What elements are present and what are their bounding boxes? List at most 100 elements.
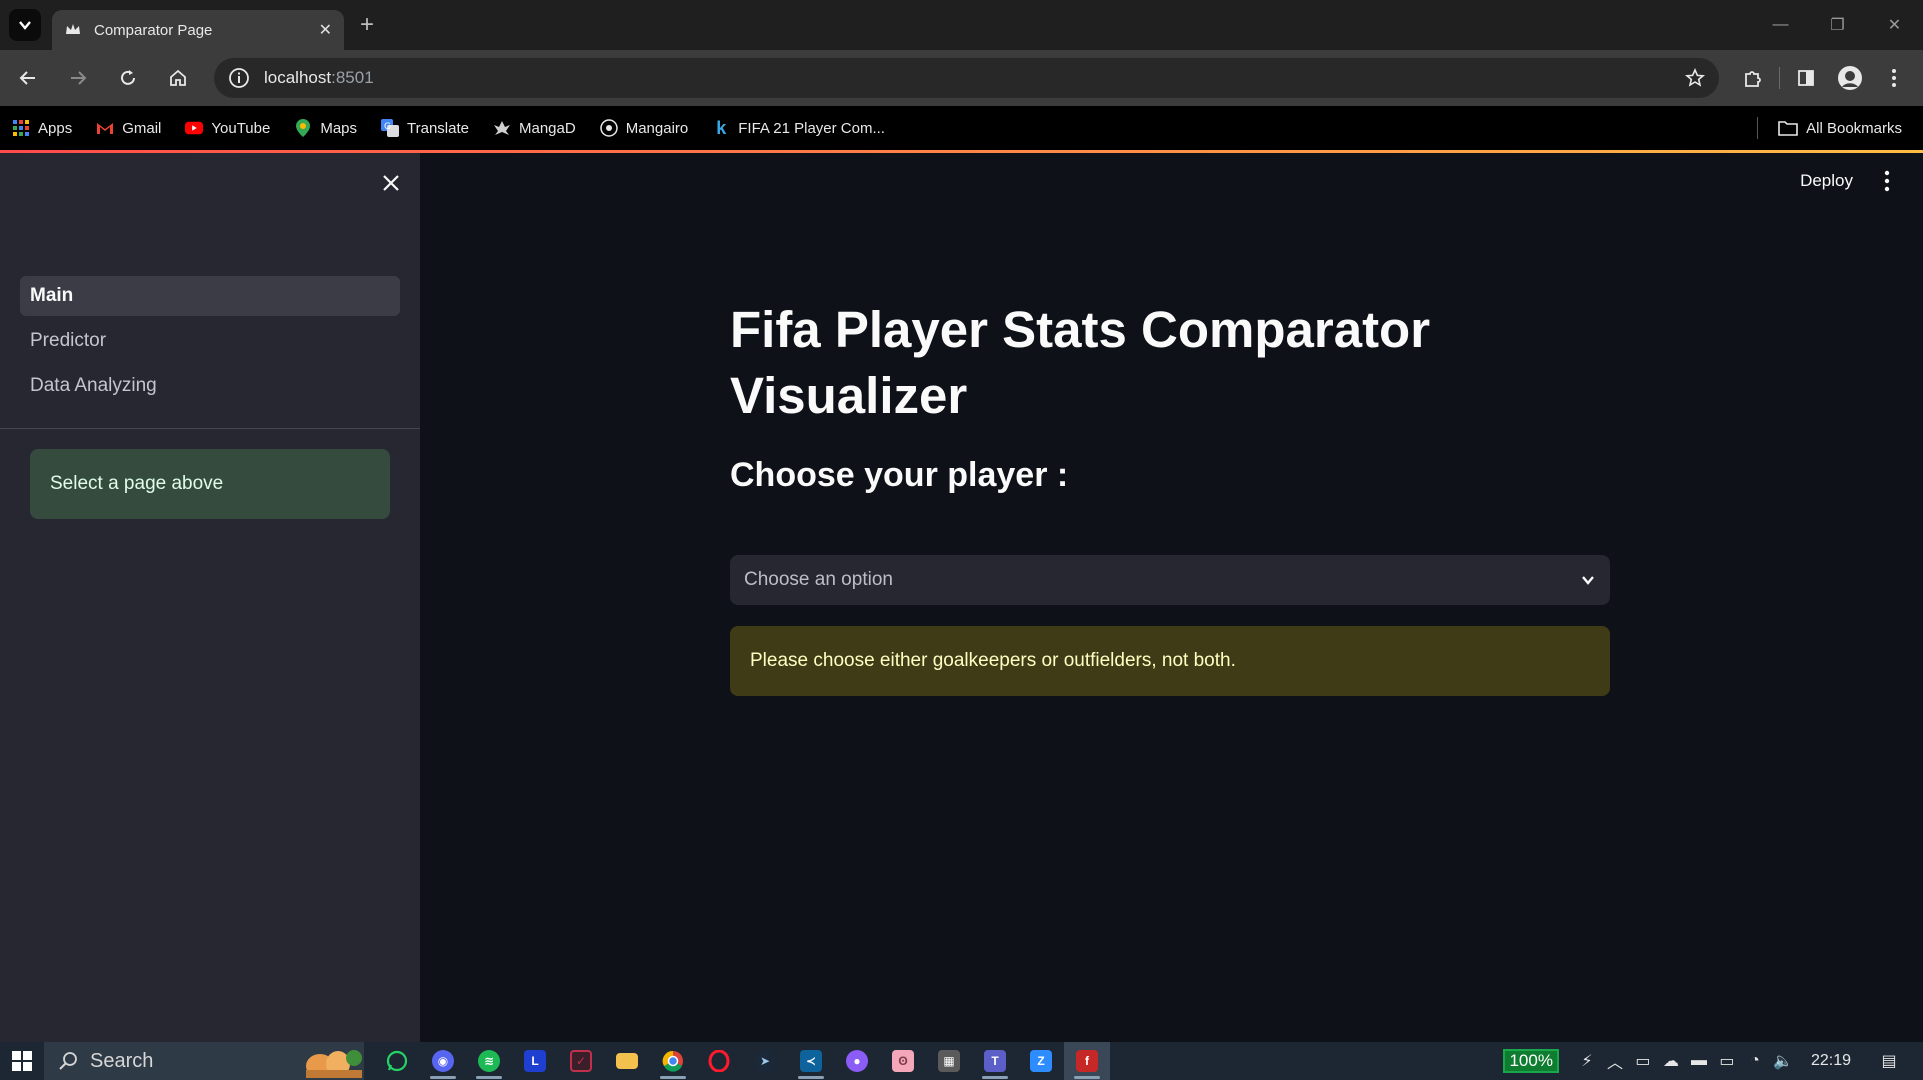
bookmark-mangairo[interactable]: Mangairo	[599, 119, 688, 137]
mangairo-icon	[599, 119, 618, 137]
browser-toolbar: localhost:8501	[0, 50, 1923, 106]
fifa-icon: f	[1076, 1050, 1098, 1072]
running-indicator	[1074, 1076, 1100, 1079]
taskbar-app-check[interactable]: ✓	[558, 1042, 604, 1080]
taskbar-app-minecraft[interactable]: ▦	[926, 1042, 972, 1080]
close-window-button[interactable]: ✕	[1866, 0, 1923, 50]
close-sidebar-icon[interactable]	[378, 170, 404, 196]
tray-overflow-icon[interactable]: ︿	[1601, 1049, 1629, 1073]
bookmark-maps[interactable]: Maps	[294, 119, 357, 137]
bookmark-label: YouTube	[211, 119, 271, 137]
bookmark-gmail[interactable]: Gmail	[96, 119, 161, 137]
network-icon[interactable]: ▭	[1713, 1051, 1741, 1071]
bookmark-label: Maps	[320, 119, 358, 137]
taskbar-app-vscode[interactable]: ≺	[788, 1042, 834, 1080]
crown-favicon-icon	[66, 24, 80, 34]
folder-icon	[1778, 121, 1798, 136]
browser-menu-button[interactable]	[1872, 56, 1916, 100]
bookmark-star-icon[interactable]	[1685, 68, 1705, 88]
taskbar-app-fifa[interactable]: f	[1064, 1042, 1110, 1080]
address-bar[interactable]: localhost:8501	[214, 58, 1719, 98]
bookmark-youtube[interactable]: YouTube	[185, 119, 270, 137]
apps-grid-icon	[12, 119, 30, 137]
cloud-icon[interactable]: ☁	[1657, 1051, 1685, 1071]
minimize-button[interactable]: —	[1752, 0, 1809, 50]
page-title: Fifa Player Stats Comparator Visualizer	[730, 301, 1431, 424]
system-tray: 100% ⚡ ︿ ▭ ☁ ▬ ▭ ◔ 🔈 22:19 ▤	[1503, 1042, 1923, 1080]
camera-icon[interactable]: ▭	[1629, 1051, 1657, 1071]
site-info-icon[interactable]	[228, 67, 250, 89]
taskbar-app-pig[interactable]: ʘ	[880, 1042, 926, 1080]
back-button[interactable]	[6, 56, 50, 100]
plug-icon: ⚡	[1581, 1053, 1593, 1070]
taskbar-app-discord[interactable]: ◉	[420, 1042, 466, 1080]
notification-icon[interactable]: ▤	[1875, 1051, 1903, 1071]
bookmark-label: MangaD	[519, 119, 576, 137]
sidebar-item-data-analyzing[interactable]: Data Analyzing	[20, 366, 400, 406]
restore-button[interactable]: ❐	[1809, 0, 1866, 50]
taskbar-app-github[interactable]: ●	[834, 1042, 880, 1080]
all-bookmarks[interactable]: All Bookmarks	[1757, 106, 1902, 150]
close-tab-icon[interactable]: ✕	[319, 20, 332, 40]
spotify-icon: ≋	[478, 1050, 500, 1072]
url-host: localhost	[264, 68, 332, 87]
taskbar-app-chrome[interactable]	[650, 1042, 696, 1080]
taskbar-app-l[interactable]: L	[512, 1042, 558, 1080]
sidebar-item-main[interactable]: Main	[20, 276, 400, 316]
sidebar-info-alert: Select a page above	[30, 449, 390, 519]
bookmark-label: Apps	[38, 119, 73, 137]
chrome-icon	[662, 1050, 683, 1072]
taskbar-app-zoom[interactable]: Z	[1018, 1042, 1064, 1080]
profile-button[interactable]	[1828, 56, 1872, 100]
volume-icon[interactable]: 🔈	[1769, 1051, 1797, 1071]
taskbar-app-opera[interactable]	[696, 1042, 742, 1080]
forward-button[interactable]	[56, 56, 100, 100]
start-button[interactable]	[0, 1042, 44, 1080]
battery-percentage[interactable]: 100%	[1503, 1049, 1559, 1073]
running-indicator	[660, 1076, 686, 1079]
toolbar-right	[1731, 56, 1916, 100]
windows-icon	[12, 1051, 32, 1071]
reload-button[interactable]	[106, 56, 150, 100]
home-icon	[170, 69, 186, 86]
browser-tab-active[interactable]: Comparator Page ✕	[52, 10, 344, 50]
whatsapp-icon	[386, 1050, 408, 1072]
folder-icon	[616, 1053, 638, 1069]
main-content: Deploy Fifa Player Stats Comparator Visu…	[420, 153, 1923, 1042]
wifi-icon[interactable]: ◔	[1741, 1052, 1769, 1070]
select-placeholder: Choose an option	[744, 569, 893, 590]
main-menu-icon[interactable]	[1877, 169, 1897, 193]
vscode-icon: ≺	[800, 1050, 822, 1072]
window-controls: — ❐ ✕	[1752, 0, 1923, 50]
bookmark-mangad[interactable]: MangaD	[493, 119, 576, 137]
youtube-icon	[185, 119, 204, 137]
sidebar-item-predictor[interactable]: Predictor	[20, 321, 400, 361]
taskbar-app-whatsapp[interactable]	[374, 1042, 420, 1080]
side-panel-button[interactable]	[1784, 56, 1828, 100]
taskbar-app-steam[interactable]: ➤	[742, 1042, 788, 1080]
bookmark-translate[interactable]: G Translate	[381, 119, 469, 137]
tab-search-button[interactable]	[9, 9, 41, 41]
svg-text:G: G	[384, 122, 391, 132]
player-select[interactable]: Choose an option	[730, 555, 1610, 605]
search-icon	[59, 1052, 77, 1070]
player-subheader: Choose your player :	[730, 456, 1069, 494]
extensions-button[interactable]	[1731, 56, 1775, 100]
taskbar-app-teams[interactable]: T	[972, 1042, 1018, 1080]
clock[interactable]: 22:19	[1811, 1052, 1851, 1070]
taskbar-search[interactable]: Search	[44, 1042, 364, 1080]
home-button[interactable]	[156, 56, 200, 100]
taskbar-app-spotify[interactable]: ≋	[466, 1042, 512, 1080]
taskbar-app-explorer[interactable]	[604, 1042, 650, 1080]
bookmark-apps[interactable]: Apps	[12, 119, 72, 137]
steam-icon: ➤	[754, 1050, 776, 1072]
battery-icon[interactable]: ▬	[1685, 1052, 1713, 1070]
new-tab-button[interactable]: +	[360, 11, 374, 39]
arrow-right-icon	[71, 71, 87, 85]
translate-icon: G	[381, 119, 400, 137]
pig-icon: ʘ	[892, 1050, 914, 1072]
check-app-icon: ✓	[570, 1050, 592, 1072]
deploy-button[interactable]: Deploy	[1800, 171, 1853, 191]
bookmark-fifa[interactable]: k FIFA 21 Player Com...	[712, 118, 885, 138]
zoom-icon: Z	[1030, 1050, 1052, 1072]
